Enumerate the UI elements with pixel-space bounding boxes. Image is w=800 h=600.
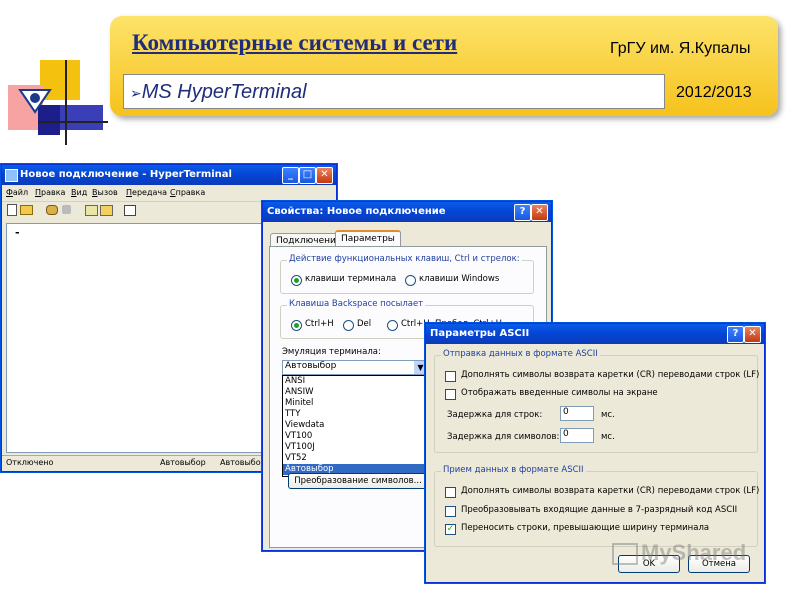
help-button[interactable]: ?	[514, 204, 531, 221]
receive-group: Прием данных в формате ASCII Дополнять с…	[434, 465, 760, 547]
watermark: MyShared	[612, 540, 746, 566]
status-emulation: Автовыбор	[160, 458, 206, 467]
send-append-lf-label: Дополнять символы возврата каретки (CR) …	[461, 370, 760, 380]
year-label: 2012/2013	[676, 84, 752, 101]
send-icon[interactable]	[85, 205, 98, 216]
receive-icon[interactable]	[100, 205, 113, 216]
emulation-selected: Автовыбор	[285, 361, 337, 371]
subtitle-text: MS HyperTerminal	[141, 81, 307, 103]
emulation-option[interactable]: Minitel	[283, 398, 429, 409]
maximize-button[interactable]: □	[299, 167, 316, 184]
receive-group-label: Прием данных в формате ASCII	[441, 465, 586, 475]
function-keys-label: Действие функциональных клавиш, Ctrl и с…	[287, 254, 522, 264]
terminal-keys-radio[interactable]	[291, 275, 302, 286]
receive-append-lf-label: Дополнять символы возврата каретки (CR) …	[461, 486, 760, 496]
line-delay-unit: мс.	[601, 410, 615, 420]
window-title: Новое подключение - HyperTerminal	[20, 169, 232, 180]
char-delay-label: Задержка для символов:	[447, 432, 560, 442]
send-group-label: Отправка данных в формате ASCII	[441, 349, 600, 359]
menu-call[interactable]: Вызов	[92, 188, 118, 197]
ascii-titlebar[interactable]: Параметры ASCII ? ✕	[426, 324, 764, 344]
open-icon[interactable]	[20, 205, 33, 215]
university-logo-icon	[8, 60, 108, 145]
terminal-cursor: -	[15, 226, 20, 239]
ctrl-h-label: Ctrl+H	[305, 319, 334, 329]
ctrl-h-space-radio[interactable]	[387, 320, 398, 331]
subtitle: ➢MS HyperTerminal	[130, 81, 307, 104]
menu-view[interactable]: Вид	[71, 188, 87, 197]
wrap-lines-label: Переносить строки, превышающие ширину те…	[461, 523, 710, 533]
send-append-lf-checkbox[interactable]	[445, 371, 456, 382]
status-detect: Автовыбо	[220, 458, 261, 467]
line-delay-label: Задержка для строк:	[447, 410, 543, 420]
convert-characters-button[interactable]: Преобразование символов...	[288, 473, 428, 489]
watermark-logo-icon	[612, 543, 638, 566]
tab-settings[interactable]: Параметры	[335, 230, 401, 246]
menu-edit[interactable]: Правка	[35, 188, 65, 197]
minimize-button[interactable]: _	[282, 167, 299, 184]
properties-icon[interactable]	[124, 205, 136, 216]
close-button[interactable]: ✕	[316, 167, 333, 184]
app-icon	[5, 169, 18, 182]
echo-chars-checkbox[interactable]	[445, 389, 456, 400]
function-keys-group: Действие функциональных клавиш, Ctrl и с…	[280, 254, 534, 294]
properties-titlebar[interactable]: Свойства: Новое подключение ? ✕	[263, 202, 551, 222]
windows-keys-label: клавиши Windows	[419, 274, 500, 284]
hyperterminal-titlebar[interactable]: Новое подключение - HyperTerminal _ □ ✕	[2, 165, 336, 185]
watermark-text: MyShared	[641, 540, 747, 565]
slide-title: Компьютерные системы и сети	[132, 30, 458, 55]
force-7bit-label: Преобразовывать входящие данные в 7-разр…	[461, 505, 738, 515]
emulation-option[interactable]: Viewdata	[283, 420, 429, 431]
subtitle-box: ➢MS HyperTerminal	[123, 74, 665, 109]
emulation-options: ANSI ANSIW Minitel TTY Viewdata VT100 VT100J VT…	[283, 376, 429, 475]
echo-chars-label: Отображать введенные символы на экране	[461, 388, 658, 398]
university-name: ГрГУ им. Я.Купалы	[610, 40, 751, 57]
terminal-keys-label: клавиши терминала	[305, 274, 397, 284]
wrap-lines-checkbox[interactable]: ✓	[445, 524, 456, 535]
properties-title: Свойства: Новое подключение	[267, 206, 446, 217]
del-label: Del	[357, 319, 372, 329]
char-delay-unit: мс.	[601, 432, 615, 442]
status-connection: Отключено	[6, 458, 54, 467]
ascii-close-button[interactable]: ✕	[744, 326, 761, 343]
emulation-option[interactable]: TTY	[283, 409, 429, 420]
menu-file[interactable]: Файл	[6, 188, 28, 197]
emulation-label: Эмуляция терминала:	[282, 347, 381, 357]
force-7bit-checkbox[interactable]	[445, 506, 456, 517]
arrow-bullet-icon: ➢	[130, 85, 142, 101]
menu-help[interactable]: Справка	[170, 188, 205, 197]
backspace-label: Клавиша Backspace посылает	[287, 299, 426, 309]
disconnect-icon[interactable]	[62, 205, 71, 214]
emulation-option[interactable]: VT100	[283, 431, 429, 442]
emulation-option[interactable]: ANSI	[283, 376, 429, 387]
ascii-title: Параметры ASCII	[430, 328, 530, 339]
send-group: Отправка данных в формате ASCII Дополнят…	[434, 349, 760, 453]
windows-keys-radio[interactable]	[405, 275, 416, 286]
menu-transfer[interactable]: Передача	[126, 188, 167, 197]
emulation-dropdown-list: ANSI ANSIW Minitel TTY Viewdata VT100 VT100J VT…	[282, 375, 430, 477]
properties-close-button[interactable]: ✕	[531, 204, 548, 221]
char-delay-input[interactable]: 0	[560, 428, 594, 443]
new-icon[interactable]	[7, 204, 17, 216]
del-radio[interactable]	[343, 320, 354, 331]
receive-append-lf-checkbox[interactable]	[445, 487, 456, 498]
emulation-option[interactable]: VT52	[283, 453, 429, 464]
emulation-select[interactable]: Автовыбор ▼	[282, 360, 428, 375]
phone-icon[interactable]	[46, 205, 58, 215]
line-delay-input[interactable]: 0	[560, 406, 594, 421]
ctrl-h-radio[interactable]	[291, 320, 302, 331]
ascii-help-button[interactable]: ?	[727, 326, 744, 343]
emulation-option[interactable]: ANSIW	[283, 387, 429, 398]
emulation-option[interactable]: VT100J	[283, 442, 429, 453]
